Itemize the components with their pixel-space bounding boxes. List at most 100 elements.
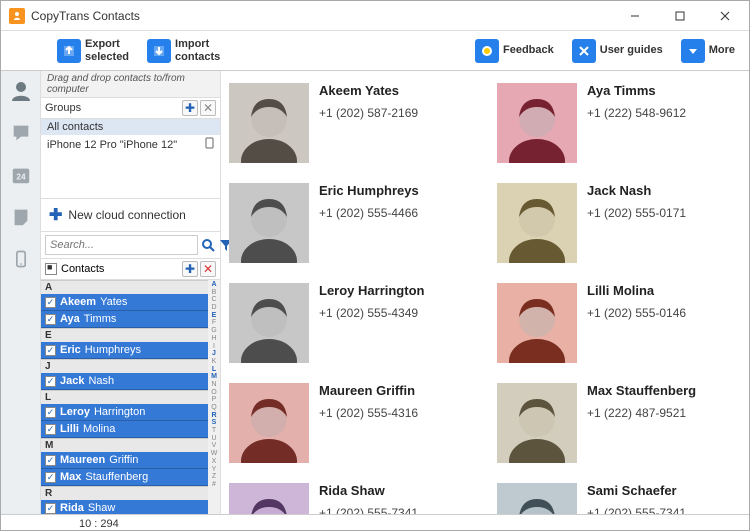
groups-label: Groups <box>45 102 180 114</box>
list-item[interactable]: ✓Akeem Yates <box>41 294 208 311</box>
avatar <box>497 483 577 514</box>
list-item[interactable]: ✓Lilli Molina <box>41 421 208 438</box>
contact-name: Lilli Molina <box>587 283 686 298</box>
list-section-header: M <box>41 438 208 452</box>
contact-name: Max Stauffenberg <box>587 383 696 398</box>
nav-column: 24 <box>1 71 41 514</box>
avatar <box>229 483 309 514</box>
main-pane[interactable]: Akeem Yates +1 (202) 587-2169 Aya Timms +1 … <box>221 71 749 514</box>
contact-phone: +1 (202) 555-0171 <box>587 206 686 220</box>
list-section-header: R <box>41 486 208 500</box>
contact-card[interactable]: Maureen Griffin+1 (202) 555-4316 <box>229 383 473 463</box>
nav-calendar-icon[interactable]: 24 <box>7 161 35 189</box>
contacts-label: Contacts <box>61 263 180 275</box>
item-checkbox[interactable]: ✓ <box>45 472 56 483</box>
titlebar: CopyTrans Contacts <box>1 1 749 31</box>
more-label: More <box>709 44 735 56</box>
avatar <box>229 283 309 363</box>
drag-hint: Drag and drop contacts to/from computer <box>41 71 220 98</box>
contact-name: Sami Schaefer <box>587 483 686 498</box>
contact-name: Akeem Yates <box>319 83 418 98</box>
alpha-index[interactable]: ABCDEFGHIJKLMNOPQRSTUVWXYZ# <box>208 280 220 514</box>
nav-device-icon[interactable] <box>7 245 35 273</box>
sidebar: Drag and drop contacts to/from computer … <box>41 71 221 514</box>
list-item[interactable]: ✓Rida Shaw <box>41 500 208 514</box>
group-all-contacts[interactable]: All contacts <box>41 119 220 135</box>
item-checkbox[interactable]: ✓ <box>45 407 56 418</box>
nav-notes-icon[interactable] <box>7 203 35 231</box>
item-checkbox[interactable]: ✓ <box>45 424 56 435</box>
contact-card[interactable]: Akeem Yates +1 (202) 587-2169 <box>229 83 473 163</box>
avatar <box>229 83 309 163</box>
contact-name: Aya Timms <box>587 83 686 98</box>
nav-contacts-icon[interactable] <box>7 77 35 105</box>
search-row <box>41 232 220 259</box>
contact-card[interactable]: Lilli Molina +1 (202) 555-0146 <box>497 283 741 363</box>
card-grid: Akeem Yates +1 (202) 587-2169 Aya Timms +1 … <box>229 83 741 514</box>
contact-name: Rida Shaw <box>319 483 418 498</box>
list-item[interactable]: ✓Jack Nash <box>41 373 208 390</box>
search-icon[interactable] <box>200 236 216 254</box>
item-checkbox[interactable]: ✓ <box>45 345 56 356</box>
group-device-label: iPhone 12 Pro "iPhone 12" <box>47 139 177 151</box>
contact-card[interactable]: Eric Humphreys +1 (202) 555-4466 <box>229 183 473 263</box>
status-count: 10 : 294 <box>79 518 119 530</box>
list-section-header: L <box>41 390 208 404</box>
close-button[interactable] <box>702 2 747 30</box>
delete-contact-button[interactable]: ✕ <box>200 261 216 277</box>
list-item[interactable]: ✓Max Stauffenberg <box>41 469 208 486</box>
list-item[interactable]: ✓Leroy Harrington <box>41 404 208 421</box>
add-contact-button[interactable]: ✚ <box>182 261 198 277</box>
group-all-label: All contacts <box>47 121 103 133</box>
cloud-label: New cloud connection <box>68 208 185 222</box>
search-input[interactable] <box>45 235 198 255</box>
contact-card[interactable]: Rida Shaw+1 (202) 555-7341 <box>229 483 473 514</box>
list-item[interactable]: ✓Aya Timms <box>41 311 208 328</box>
avatar <box>229 383 309 463</box>
list-item[interactable]: ✓Maureen Griffin <box>41 452 208 469</box>
feedback-icon <box>475 39 499 63</box>
contact-card[interactable]: Aya Timms +1 (222) 548-9612 <box>497 83 741 163</box>
add-group-button[interactable]: ✚ <box>182 100 198 116</box>
contact-card[interactable]: Max Stauffenberg+1 (222) 487-9521 <box>497 383 741 463</box>
item-checkbox[interactable]: ✓ <box>45 376 56 387</box>
contact-name: Jack Nash <box>587 183 686 198</box>
feedback-button[interactable]: Feedback <box>469 37 560 65</box>
contacts-header: Contacts ✚ ✕ <box>41 259 220 280</box>
avatar <box>229 183 309 263</box>
item-checkbox[interactable]: ✓ <box>45 297 56 308</box>
contact-list: ABCDEFGHIJKLMNOPQRSTUVWXYZ# A✓Akeem Yate… <box>41 280 220 514</box>
new-cloud-connection-button[interactable]: ✚ New cloud connection <box>41 199 220 232</box>
list-section-header: A <box>41 280 208 294</box>
minimize-button[interactable] <box>612 2 657 30</box>
nav-messages-icon[interactable] <box>7 119 35 147</box>
contact-phone: +1 (202) 555-4466 <box>319 206 419 220</box>
contact-name: Eric Humphreys <box>319 183 419 198</box>
item-checkbox[interactable]: ✓ <box>45 503 56 514</box>
user-guides-button[interactable]: User guides <box>566 37 669 65</box>
contact-phone: +1 (202) 555-4316 <box>319 406 418 420</box>
contact-phone: +1 (202) 555-0146 <box>587 306 686 320</box>
item-checkbox[interactable]: ✓ <box>45 314 56 325</box>
contact-phone: +1 (222) 548-9612 <box>587 106 686 120</box>
contact-card[interactable]: Sami Schaefer+1 (202) 555-7341 <box>497 483 741 514</box>
more-button[interactable]: More <box>675 37 741 65</box>
delete-group-button[interactable]: ✕ <box>200 100 216 116</box>
contact-card[interactable]: Jack Nash +1 (202) 555-0171 <box>497 183 741 263</box>
contact-card[interactable]: Leroy Harrington+1 (202) 555-4349 <box>229 283 473 363</box>
list-section-header: E <box>41 328 208 342</box>
content: 24 Drag and drop contacts to/from comput… <box>1 71 749 514</box>
status-bar: 10 : 294 <box>1 514 749 532</box>
contact-phone: +1 (202) 587-2169 <box>319 106 418 120</box>
list-item[interactable]: ✓Eric Humphreys <box>41 342 208 359</box>
group-device[interactable]: iPhone 12 Pro "iPhone 12" <box>41 135 220 154</box>
avatar <box>497 383 577 463</box>
maximize-button[interactable] <box>657 2 702 30</box>
contact-list-inner[interactable]: A✓Akeem Yates✓Aya TimmsE✓Eric HumphreysJ… <box>41 280 208 514</box>
select-all-checkbox[interactable] <box>45 263 57 275</box>
more-icon <box>681 39 705 63</box>
item-checkbox[interactable]: ✓ <box>45 455 56 466</box>
export-selected-button[interactable]: Export selected <box>51 36 135 64</box>
import-contacts-button[interactable]: Import contacts <box>141 36 226 64</box>
contact-phone: +1 (202) 555-4349 <box>319 306 424 320</box>
